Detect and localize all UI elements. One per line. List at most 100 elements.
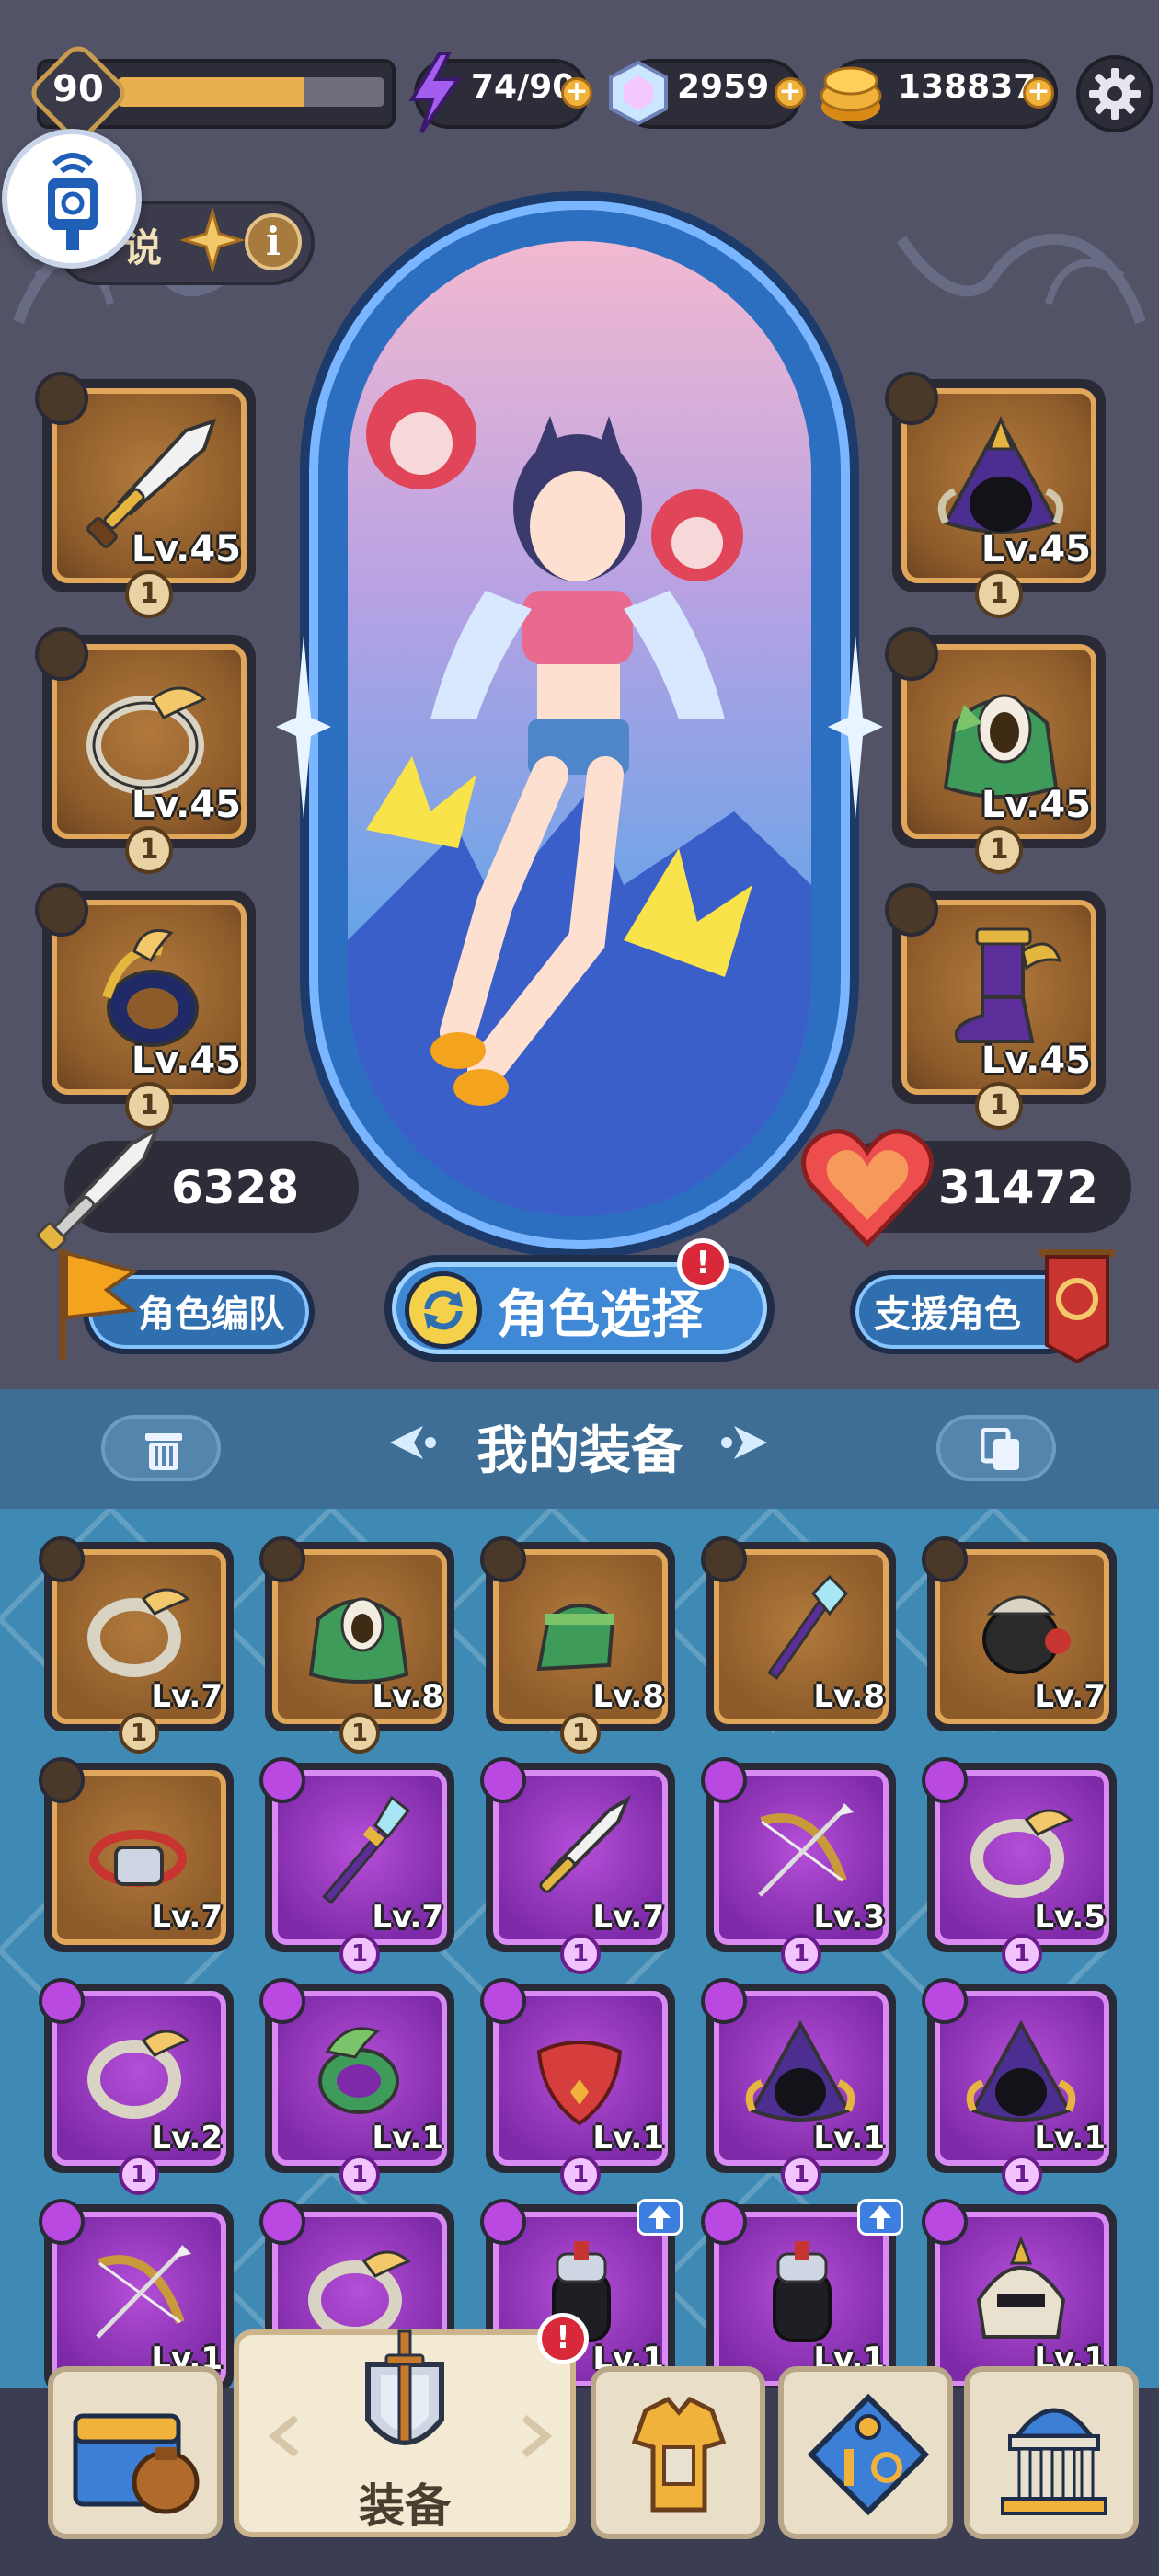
nav-dungeon-button[interactable]: [778, 2366, 953, 2539]
gold-plus-button[interactable]: +: [1023, 77, 1054, 109]
equipped-slot-ring[interactable]: Lv.45 1: [35, 627, 256, 874]
item-type-icon: [922, 2199, 968, 2245]
attack-sword-icon: [36, 1125, 161, 1251]
gem-icon: [609, 60, 668, 126]
nav-alert-badge: !: [537, 2313, 589, 2364]
head-type-icon: [885, 372, 938, 425]
support-label: 支援角色: [874, 1294, 1021, 1336]
equipment-item-glove[interactable]: Lv.7: [922, 1536, 1117, 1731]
equipped-slot-accessory[interactable]: Lv.45 1: [35, 883, 256, 1130]
upgrade-arrow-icon: [637, 2199, 683, 2236]
equipment-item-sword[interactable]: Lv.7 1: [480, 1757, 675, 1974]
equipment-item-bow[interactable]: Lv.3 1: [701, 1757, 896, 1974]
treasure-chest-icon: [73, 2413, 200, 2514]
item-level: Lv.7: [1034, 1678, 1106, 1715]
item-level: Lv.8: [592, 1678, 664, 1715]
item-count: 1: [560, 1934, 601, 1974]
equipped-slot-weapon[interactable]: Lv.45 1: [35, 372, 256, 618]
item-type-icon: [480, 1978, 526, 2024]
equipped-slot-feet[interactable]: Lv.45 1: [885, 883, 1106, 1130]
equipped-slot-body[interactable]: Lv.45 1: [885, 627, 1106, 874]
equipment-item-staff[interactable]: Lv.8: [701, 1536, 896, 1731]
boot-icon: [536, 1604, 615, 1672]
equipment-item-ring[interactable]: Lv.5 1: [922, 1757, 1117, 1974]
equipment-item-scarf[interactable]: Lv.1 1: [480, 1978, 675, 2195]
energy-icon: [408, 52, 462, 134]
nav-guild-button[interactable]: [964, 2366, 1139, 2539]
item-level: Lv.1: [813, 2120, 885, 2156]
top-bar: 90 74/90 + 2959 + 138837 +: [0, 0, 1159, 184]
equipment-item-belt[interactable]: Lv.7: [39, 1757, 234, 1952]
gems-plus-button[interactable]: +: [775, 77, 806, 109]
item-type-icon: [259, 1978, 305, 2024]
ring-type-icon: [35, 627, 88, 681]
ring-icon: [86, 686, 207, 795]
gems-value: 2959: [677, 68, 770, 106]
item-level: Lv.3: [813, 1899, 885, 1936]
item-type-icon: [701, 1978, 747, 2024]
item-count: 1: [339, 1934, 380, 1974]
equipment-item-cloak[interactable]: Lv.8 1: [259, 1536, 454, 1754]
select-alert-badge: !: [677, 1238, 729, 1290]
slot-count: 1: [125, 570, 173, 618]
equipment-item-hood[interactable]: Lv.1 1: [701, 1978, 896, 2195]
title-deco-right-icon: [721, 1426, 767, 1459]
item-count: 1: [781, 2155, 821, 2195]
item-count: 1: [339, 2155, 380, 2195]
equipment-item-spear[interactable]: Lv.7 1: [259, 1757, 454, 1974]
sword-icon: [539, 1795, 632, 1893]
belt-icon: [89, 1830, 187, 1887]
ring-icon: [87, 2030, 190, 2119]
gold-value: 138837: [898, 68, 1037, 106]
equipment-item-boot[interactable]: Lv.8 1: [480, 1536, 675, 1754]
item-level: Lv.8: [813, 1678, 885, 1715]
equipment-item-ring[interactable]: Lv.7 1: [39, 1536, 234, 1754]
nav-shop-button[interactable]: [48, 2366, 223, 2539]
ornament-right-icon: [897, 233, 1146, 325]
bow-icon: [758, 1803, 854, 1897]
info-button[interactable]: i: [245, 213, 302, 270]
frame-star-right-icon: [828, 635, 883, 819]
body-type-icon: [885, 627, 938, 681]
ring-icon: [970, 1809, 1073, 1898]
item-level: Lv.1: [1034, 2120, 1106, 2156]
hero-portrait[interactable]: [348, 241, 811, 1216]
equipment-item-bracelet[interactable]: Lv.1 1: [259, 1978, 454, 2195]
item-type-icon: [480, 1536, 526, 1582]
spear-icon: [322, 1795, 411, 1905]
bow-icon: [96, 2245, 191, 2339]
item-type-icon: [259, 2199, 305, 2245]
slot-count: 1: [975, 826, 1023, 874]
character-select-label: 角色选择: [497, 1285, 703, 1345]
feet-type-icon: [885, 883, 938, 937]
armor-icon: [631, 2396, 727, 2513]
scarf-icon: [536, 2041, 623, 2126]
energy-plus-button[interactable]: +: [561, 77, 592, 109]
item-count: 1: [339, 1713, 380, 1754]
item-count: 1: [119, 1713, 159, 1754]
equipped-slot-head[interactable]: Lv.45 1: [885, 372, 1106, 618]
slot-level: Lv.45: [131, 784, 241, 826]
equipment-item-hood[interactable]: Lv.1 1: [922, 1978, 1117, 2195]
item-level: Lv.7: [592, 1899, 664, 1936]
settings-button[interactable]: [1076, 55, 1153, 132]
item-level: Lv.8: [372, 1678, 443, 1715]
weapon-type-icon: [35, 372, 88, 425]
hood-icon: [966, 2019, 1076, 2122]
flag-icon: [59, 1249, 139, 1360]
item-type-icon: [39, 2199, 85, 2245]
nav-character-button[interactable]: [591, 2366, 765, 2539]
slot-level: Lv.45: [981, 1040, 1091, 1082]
hp-value: 31472: [938, 1161, 1098, 1214]
equipment-item-ring[interactable]: Lv.2 1: [39, 1978, 234, 2195]
upgrade-arrow-icon: [857, 2199, 903, 2236]
chevron-left-icon: [268, 2414, 299, 2458]
energy-value: 74/90: [471, 68, 576, 106]
gauntlet-icon: [773, 2241, 832, 2342]
ring-icon: [87, 1588, 190, 1677]
sparkle-icon: [180, 208, 245, 272]
frame-star-left-icon: [276, 635, 331, 819]
item-count: 1: [781, 1934, 821, 1974]
shield-sword-icon: [365, 2329, 444, 2445]
remote-assist-button[interactable]: [2, 129, 142, 269]
